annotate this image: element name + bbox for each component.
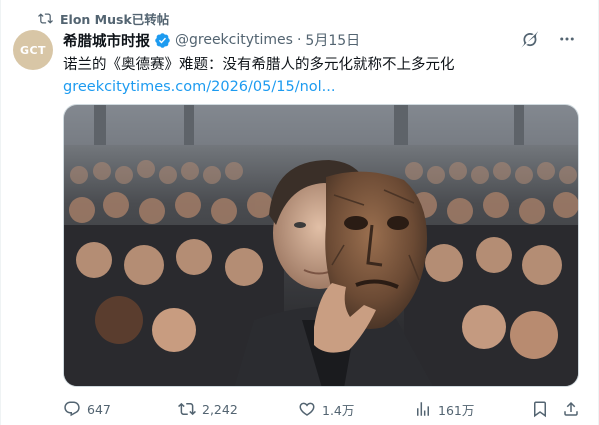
more-options-icon[interactable] — [558, 30, 576, 48]
author-name[interactable]: 希腊城市时报 — [63, 30, 150, 51]
photo-of-man-holding-stone-mask-in-crowd — [64, 105, 578, 386]
reply-button[interactable]: 647 — [63, 400, 111, 418]
verified-badge-icon — [155, 32, 170, 48]
share-icon — [564, 401, 578, 416]
views-button[interactable]: 161万 — [414, 400, 474, 419]
tweet-link[interactable]: greekcitytimes.com/2026/05/15/nol... — [63, 79, 336, 95]
heart-icon — [299, 402, 315, 416]
bookmark-icon — [534, 401, 546, 418]
avatar-logo-text: GCT — [19, 43, 47, 57]
repost-count: 2,242 — [202, 401, 238, 417]
avatar[interactable]: GCT — [13, 30, 53, 70]
repost-banner[interactable]: Elon Musk已转帖 — [38, 9, 169, 27]
tweet-body: 诺兰的《奥德赛》难题：没有希腊人的多元化就称不上多元化 — [63, 57, 455, 73]
reply-count: 647 — [87, 401, 111, 417]
repost-icon — [38, 12, 53, 24]
tweet-actions: 647 2,242 1.4万 161万 — [63, 398, 583, 420]
author-handle[interactable]: @greekcitytimes — [175, 32, 293, 48]
share-button[interactable] — [562, 400, 580, 418]
bar-chart-icon — [417, 402, 429, 416]
tweet-timestamp[interactable]: 5月15日 — [305, 30, 360, 50]
tweet-card[interactable]: Elon Musk已转帖 GCT 希腊城市时报 @greekcitytimes … — [0, 0, 599, 425]
tweet-image[interactable] — [63, 104, 579, 387]
header-separator: · — [296, 32, 302, 48]
header-actions — [520, 30, 576, 48]
grok-icon[interactable] — [520, 30, 538, 48]
tweet-text: 诺兰的《奥德赛》难题：没有希腊人的多元化就称不上多元化 greekcitytime… — [63, 54, 473, 98]
tweet-header: 希腊城市时报 @greekcitytimes · 5月15日 — [63, 30, 360, 51]
bookmark-button[interactable] — [531, 400, 549, 418]
like-button[interactable]: 1.4万 — [298, 400, 354, 419]
repost-button[interactable]: 2,242 — [178, 400, 238, 418]
repost-banner-text: Elon Musk已转帖 — [60, 11, 170, 27]
like-count: 1.4万 — [322, 402, 355, 418]
views-count: 161万 — [438, 402, 475, 418]
reply-icon — [64, 401, 80, 417]
repost-icon — [178, 402, 196, 416]
